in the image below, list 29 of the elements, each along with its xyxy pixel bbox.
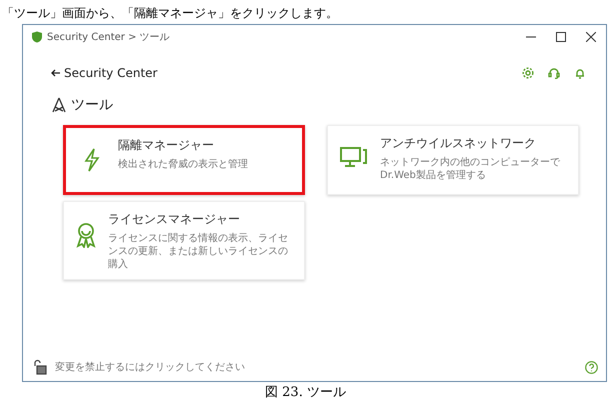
maximize-icon — [556, 32, 566, 42]
window-title: Security Center > ツール — [47, 30, 170, 44]
instruction-text: 「ツール」画面から、「隔離マネージャ」をクリックします。 — [1, 5, 339, 22]
award-icon — [76, 222, 96, 248]
card-title: アンチウイルスネットワーク — [380, 135, 537, 152]
shield-icon — [31, 31, 43, 43]
settings-icon[interactable] — [522, 67, 534, 79]
tools-icon — [51, 97, 67, 113]
card-title: ライセンスマネージャー — [108, 211, 241, 228]
section-title: ツール — [71, 96, 113, 114]
computers-icon — [340, 146, 368, 168]
tool-card[interactable]: ライセンスマネージャー ライセンスに関する情報の表示、ライセンスの更新、または新しいライセンスの購入 — [63, 201, 305, 280]
minimize-icon — [526, 36, 536, 38]
close-icon — [586, 32, 596, 42]
back-arrow-icon — [51, 69, 60, 77]
card-description: ネットワーク内の他のコンピューターでDr.Web製品を管理する — [380, 156, 561, 182]
help-icon[interactable] — [585, 360, 598, 374]
card-title: 隔離マネージャー — [118, 137, 215, 154]
card-description: ライセンスに関する情報の表示、ライセンスの更新、または新しいライセンスの購入 — [108, 232, 289, 271]
back-link[interactable]: Security Center — [51, 64, 158, 82]
unlocked-padlock-icon[interactable] — [33, 359, 47, 375]
card-description: 検出された脅威の表示と管理 — [118, 158, 248, 171]
bell-icon[interactable] — [574, 67, 586, 79]
headset-icon[interactable] — [548, 67, 560, 79]
lock-hint-text: 変更を禁止するにはクリックしてください — [55, 360, 245, 374]
figure-caption: 図 23. ツール — [264, 384, 347, 402]
tool-card[interactable]: 隔離マネージャー 検出された脅威の表示と管理 — [63, 125, 305, 195]
lightning-icon — [83, 148, 101, 172]
tool-card[interactable]: アンチウイルスネットワーク ネットワーク内の他のコンピューターでDr.Web製品を管理する — [327, 125, 579, 195]
